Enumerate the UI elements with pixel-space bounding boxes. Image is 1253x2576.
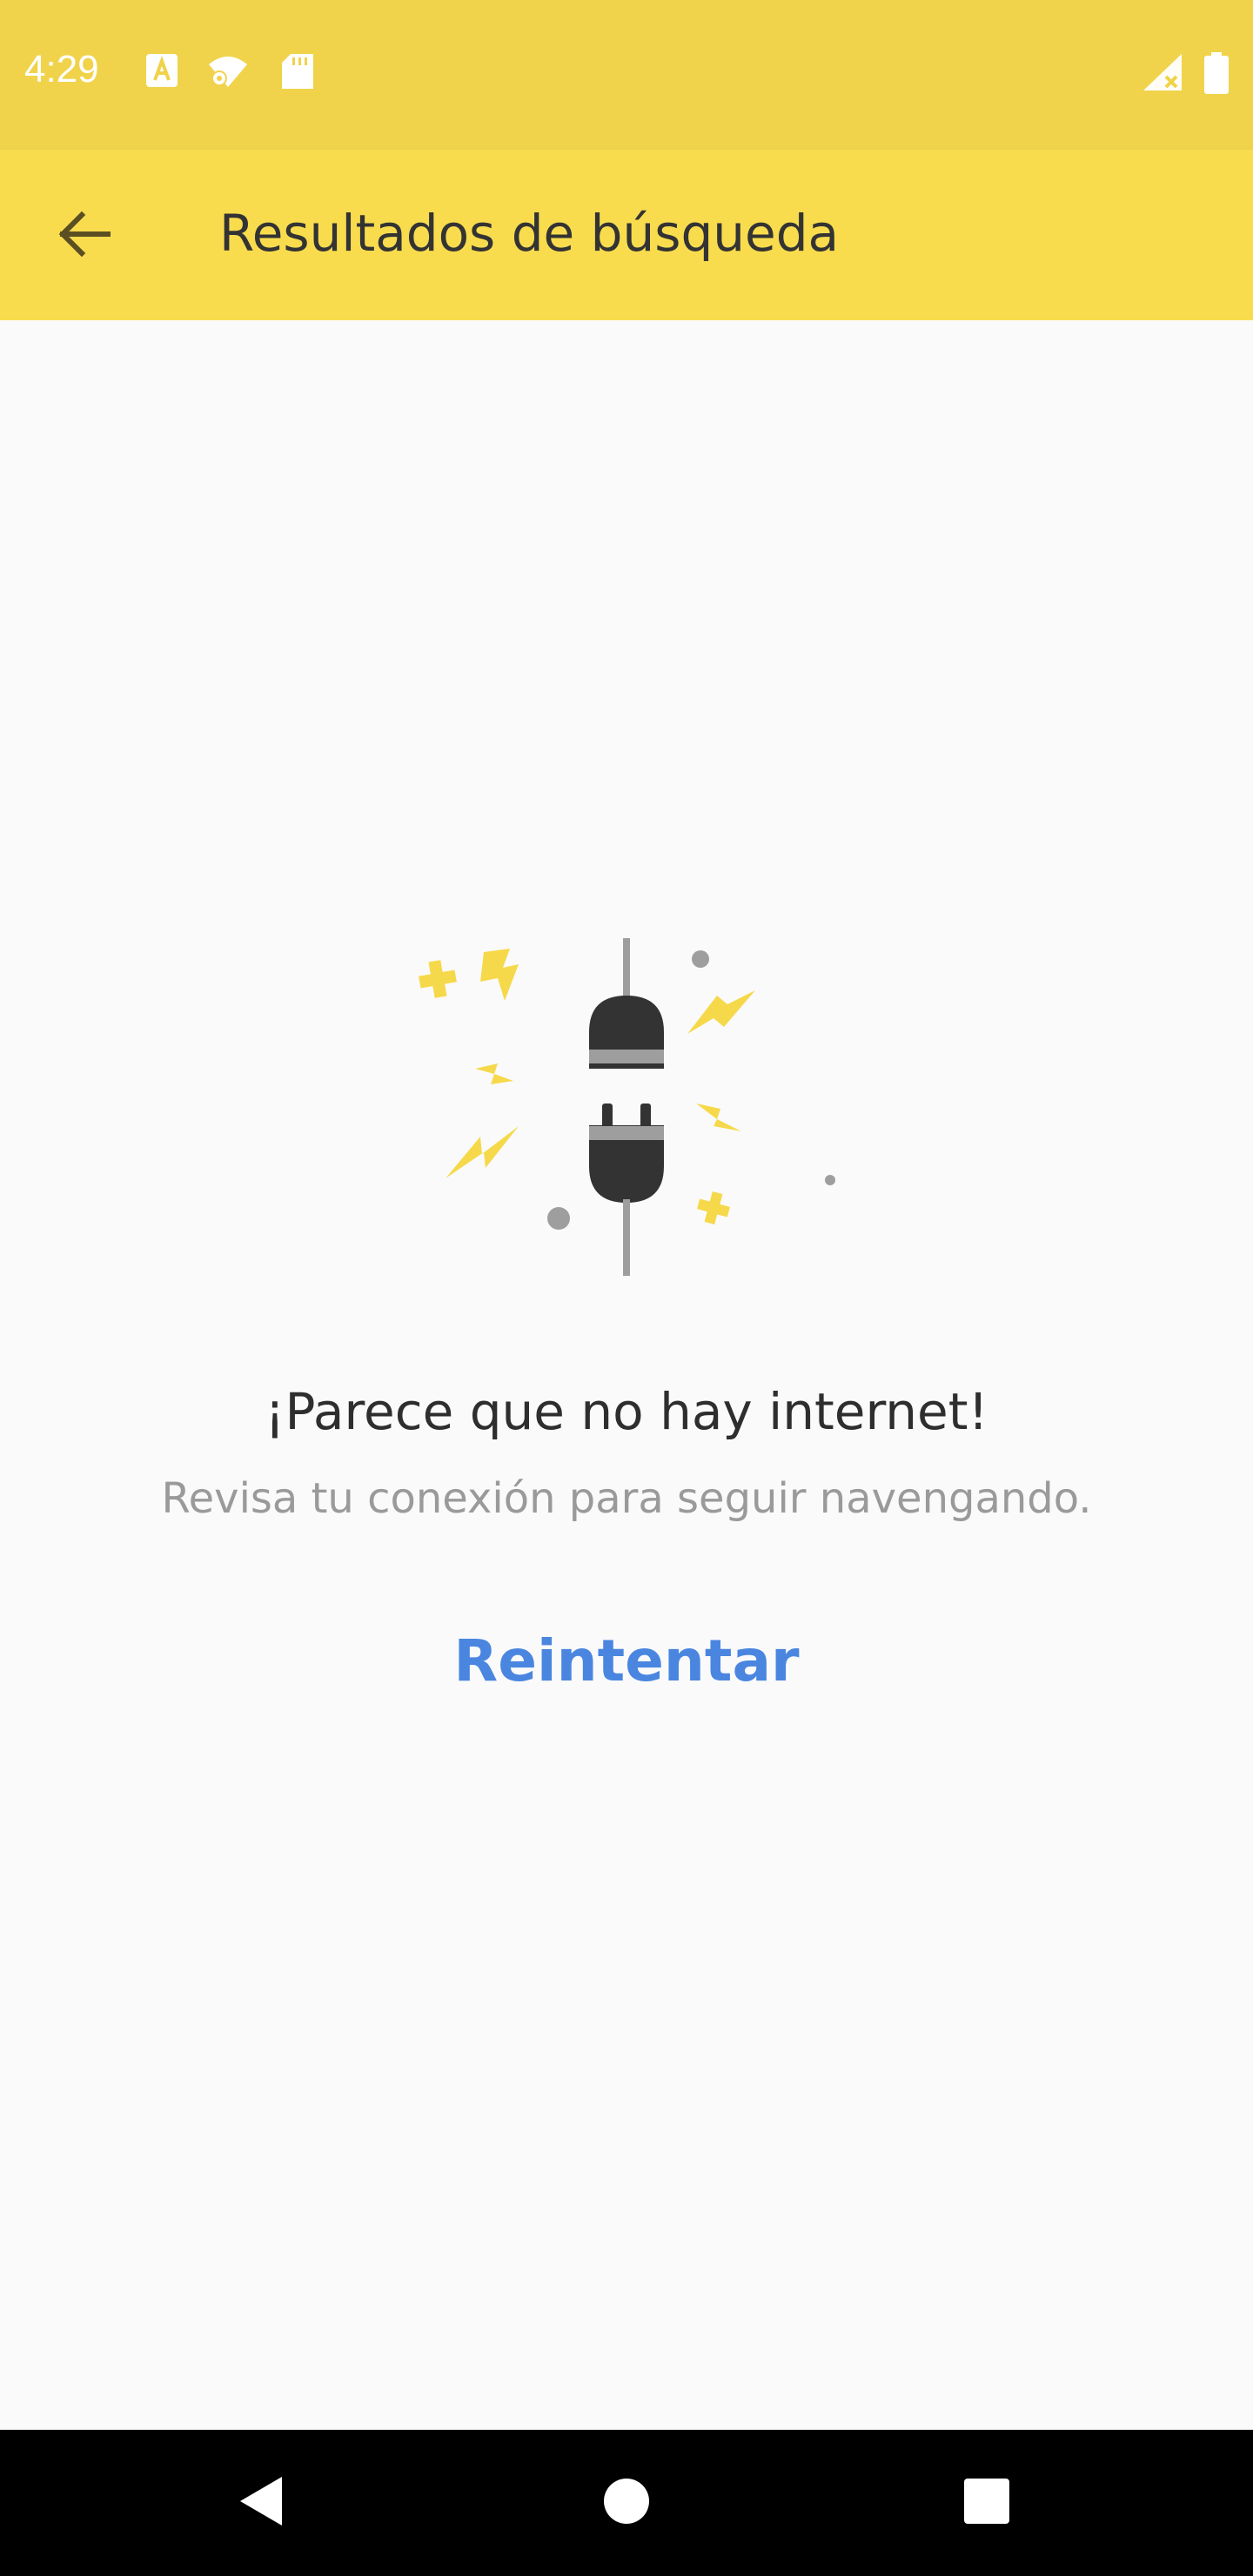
signal-no-service-icon (1143, 54, 1182, 91)
app-bar: Resultados de búsqueda (0, 150, 1253, 320)
nav-back-icon (237, 2475, 285, 2532)
wifi-settings-icon (207, 54, 249, 89)
nav-recents-icon (963, 2478, 1010, 2529)
error-title: ¡Parece que no hay internet! (265, 1382, 988, 1441)
main-content: ¡Parece que no hay internet! Revisa tu c… (0, 320, 1253, 2430)
navigation-bar (0, 2430, 1253, 2576)
nav-back-button[interactable] (218, 2459, 305, 2546)
retry-button[interactable]: Reintentar (409, 1608, 844, 1713)
status-bar: 4:29 (0, 0, 1253, 150)
sd-card-icon (282, 54, 313, 89)
back-button[interactable] (35, 197, 132, 275)
unplugged-cable-icon (400, 938, 870, 1286)
accessibility-a-icon (146, 54, 178, 87)
nav-home-icon (603, 2478, 650, 2529)
error-subtitle: Revisa tu conexión para seguir navengand… (161, 1474, 1092, 1523)
nav-home-button[interactable] (583, 2459, 670, 2546)
nav-recents-button[interactable] (943, 2459, 1030, 2546)
status-time: 4:29 (24, 48, 99, 91)
arrow-back-icon (56, 210, 111, 263)
page-title: Resultados de búsqueda (219, 204, 840, 263)
battery-icon (1204, 52, 1229, 94)
